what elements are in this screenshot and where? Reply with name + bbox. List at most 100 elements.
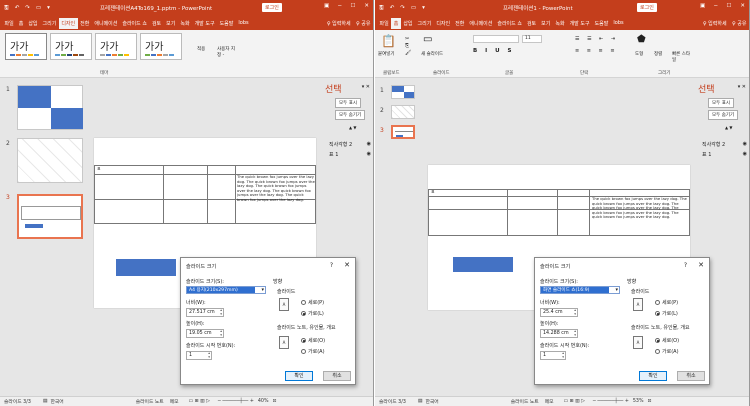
ok-button[interactable]: 확인 xyxy=(639,371,667,381)
zoom-slider[interactable]: ─ ──────┼── + xyxy=(593,399,629,404)
tab-view[interactable]: 보기 xyxy=(539,18,553,29)
new-slide-button[interactable]: 새 슬라이드 xyxy=(421,51,443,57)
customize-qat-icon[interactable]: ▾ xyxy=(47,5,50,11)
cancel-button[interactable]: 취소 xyxy=(677,371,705,381)
tab-record[interactable]: 녹화 xyxy=(553,18,567,29)
notes-button[interactable]: 슬라이드 노트 xyxy=(511,398,539,405)
selection-item[interactable]: 직사각형 2 xyxy=(702,141,725,148)
notes-portrait-radio[interactable]: 세로(O) xyxy=(655,337,679,344)
zoom-level[interactable]: 40% xyxy=(258,399,269,404)
slide-thumbnail-1[interactable] xyxy=(391,85,415,99)
tab-review[interactable]: 검토 xyxy=(524,18,538,29)
tab-draw[interactable]: 그리기 xyxy=(415,18,434,29)
rectangle-shape[interactable] xyxy=(453,257,513,272)
slideshow-icon[interactable]: ▭ xyxy=(36,5,41,11)
tab-help[interactable]: 도움말 xyxy=(217,18,236,29)
slide-thumbnail-1[interactable] xyxy=(17,85,83,130)
arrange-button[interactable]: 정렬 xyxy=(654,51,662,57)
tab-animations[interactable]: 애니메이션 xyxy=(92,18,120,29)
close-icon[interactable]: ✕ xyxy=(740,3,745,9)
tab-lobs[interactable]: lobs xyxy=(236,18,251,28)
redo-icon[interactable]: ↷ xyxy=(25,5,30,11)
tab-home[interactable]: 홈 xyxy=(16,18,26,29)
font-name-box[interactable] xyxy=(473,35,519,43)
spinner-icon[interactable]: ▴ ▾ xyxy=(220,329,222,337)
fit-slide-icon[interactable]: ⊡ xyxy=(273,399,277,404)
paragraph-buttons[interactable]: ☰ ☰ ⇤ ⇥ xyxy=(575,36,618,42)
help-icon[interactable]: ? xyxy=(684,262,687,269)
align-buttons[interactable]: ≡ ≡ ≡ ≡ xyxy=(575,48,618,54)
spinner-icon[interactable]: ▴ ▾ xyxy=(562,351,564,359)
tab-developer[interactable]: 개발 도구 xyxy=(192,18,217,29)
eye-icon[interactable]: ◉ xyxy=(743,141,747,147)
slide-size-select[interactable]: 화면 슬라이드 쇼(16:9) ▾ xyxy=(540,286,620,294)
start-number-field[interactable]: 1 ▴ ▾ xyxy=(186,351,212,360)
view-buttons[interactable]: ▭ ⊞ ▥ ▷ xyxy=(189,399,210,404)
theme-option[interactable]: 가가 xyxy=(50,33,92,60)
theme-option[interactable]: 가가 xyxy=(95,33,137,60)
hide-all-button[interactable]: 모두 숨기기 xyxy=(708,110,739,120)
tab-view[interactable]: 보기 xyxy=(164,18,178,29)
selection-item[interactable]: 직사각형 2 xyxy=(329,141,352,148)
slides-landscape-radio[interactable]: 가로(L) xyxy=(655,310,678,317)
spinner-icon[interactable]: ▴ ▾ xyxy=(208,351,210,359)
share-button[interactable]: ♀ 공유 xyxy=(354,18,373,29)
slide-thumbnail-2[interactable] xyxy=(17,138,83,183)
shapes-button[interactable]: 도형 xyxy=(635,51,643,57)
notes-landscape-radio[interactable]: 가로(A) xyxy=(301,348,325,355)
theme-option[interactable]: 가가 xyxy=(5,33,47,60)
spinner-icon[interactable]: ▴ ▾ xyxy=(574,308,576,316)
notes-button[interactable]: 슬라이드 노트 xyxy=(136,398,164,405)
tab-review[interactable]: 검토 xyxy=(149,18,163,29)
dialog-close-icon[interactable]: ✕ xyxy=(344,261,350,269)
eye-icon[interactable]: ◉ xyxy=(367,151,371,157)
font-size-box[interactable]: 11 xyxy=(522,35,542,43)
shapes-icon[interactable]: ⬟ xyxy=(637,34,646,45)
slide-thumbnail-2[interactable] xyxy=(391,105,415,119)
zoom-level[interactable]: 53% xyxy=(633,399,644,404)
spinner-icon[interactable]: ▴ ▾ xyxy=(574,329,576,337)
tell-me-box[interactable]: ♀ 입력하세 xyxy=(324,18,353,29)
tell-me-box[interactable]: ♀ 입력하세 xyxy=(700,18,729,29)
customize-button[interactable]: 사용자 지정 - xyxy=(217,46,237,58)
selection-item[interactable]: 표 1 xyxy=(702,151,711,158)
notes-landscape-radio[interactable]: 가로(A) xyxy=(655,348,679,355)
status-language[interactable]: 한국어 xyxy=(425,398,438,405)
tab-design[interactable]: 디자인 xyxy=(58,17,78,29)
close-icon[interactable]: ✕ xyxy=(364,3,369,9)
tab-slideshow[interactable]: 슬라이드 쇼 xyxy=(120,18,150,29)
minimize-icon[interactable]: ─ xyxy=(338,3,341,9)
tab-home[interactable]: 홈 xyxy=(391,17,401,29)
slide-thumbnail-3[interactable] xyxy=(391,125,415,139)
hide-all-button[interactable]: 모두 숨기기 xyxy=(335,110,366,120)
zoom-slider[interactable]: ─ ──────┼── + xyxy=(218,399,254,404)
save-icon[interactable]: 🖫 xyxy=(379,4,384,13)
width-field[interactable]: 27.517 cm ▴ ▾ xyxy=(186,308,224,317)
fit-slide-icon[interactable]: ⊡ xyxy=(648,399,652,404)
selection-item[interactable]: 표 1 xyxy=(329,151,338,158)
comments-button[interactable]: 메모 xyxy=(170,398,179,405)
height-field[interactable]: 19.05 cm ▴ ▾ xyxy=(186,329,224,338)
undo-icon[interactable]: ↶ xyxy=(390,5,395,11)
height-field[interactable]: 14.288 cm ▴ ▾ xyxy=(540,329,578,338)
tab-transitions[interactable]: 전환 xyxy=(78,18,92,29)
new-slide-icon[interactable]: ▭ xyxy=(423,34,432,45)
slide-thumbnail-3[interactable] xyxy=(17,194,83,239)
help-icon[interactable]: ? xyxy=(330,262,333,269)
login-button[interactable]: 로그인 xyxy=(262,3,282,12)
tab-animations[interactable]: 애니메이션 xyxy=(467,18,495,29)
reorder-icons[interactable]: ▲ ▼ xyxy=(725,125,732,130)
slideshow-icon[interactable]: ▭ xyxy=(411,5,416,11)
ok-button[interactable]: 확인 xyxy=(285,371,313,381)
tab-design[interactable]: 디자인 xyxy=(434,18,453,29)
tab-developer[interactable]: 개발 도구 xyxy=(567,18,592,29)
pane-options-icon[interactable]: ▾ ✕ xyxy=(362,84,370,90)
tab-file[interactable]: 파일 xyxy=(377,18,391,29)
save-icon[interactable]: 🖫 xyxy=(4,4,9,13)
slide-size-select[interactable]: A4 용지(210x297mm) ▾ xyxy=(186,286,266,294)
apply-button[interactable]: 적용 xyxy=(197,46,205,52)
quick-styles-button[interactable]: 빠른 스타일 xyxy=(672,51,690,63)
tab-draw[interactable]: 그리기 xyxy=(40,18,59,29)
comments-button[interactable]: 메모 xyxy=(545,398,554,405)
tab-insert[interactable]: 삽입 xyxy=(401,18,415,29)
